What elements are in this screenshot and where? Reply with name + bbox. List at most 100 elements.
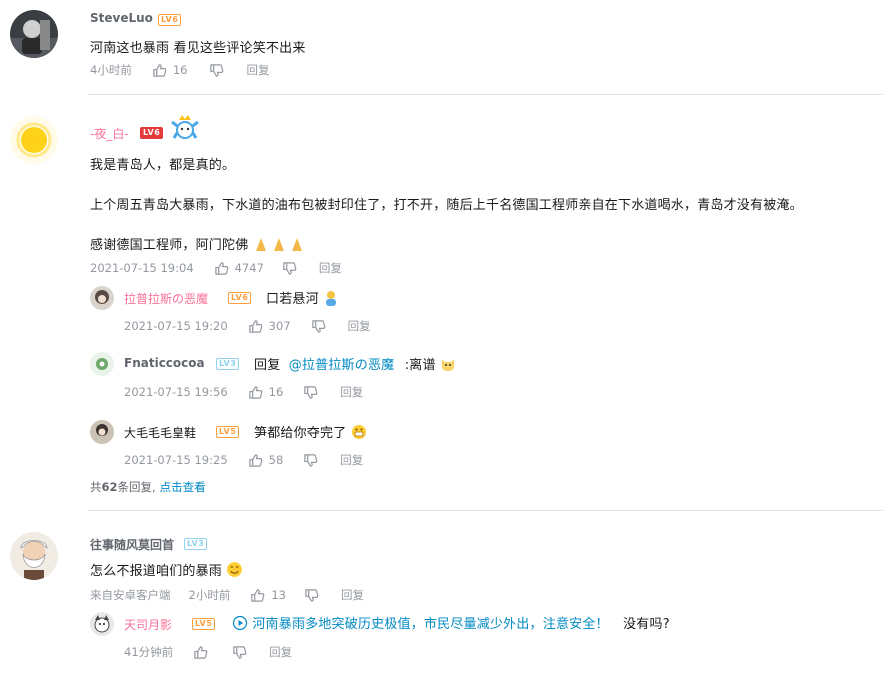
- thumbs-down-icon[interactable]: [311, 319, 326, 334]
- username[interactable]: -夜_白-: [90, 125, 129, 142]
- comment-text: 怎么不报道咱们的暴雨: [90, 560, 243, 582]
- like-count: 13: [271, 588, 286, 602]
- comment-text-line: 我是青岛人，都是真的。: [90, 158, 236, 173]
- reply-text: 口若悬河: [266, 288, 339, 310]
- avatar[interactable]: [90, 286, 114, 310]
- like-count: 58: [268, 453, 284, 467]
- username[interactable]: 天司月影: [124, 616, 172, 633]
- reply-meta: 2021-07-15 19:20 307 回复: [124, 318, 371, 334]
- reply-text-fragment: 笋都给你夺完了: [254, 426, 347, 441]
- cat-emoji-icon: [440, 356, 456, 376]
- mention-link[interactable]: @拉普拉斯の恶魔: [289, 358, 395, 373]
- comment-text-fragment: 感谢德国工程师，阿门陀佛: [90, 238, 249, 253]
- play-circle-icon: [232, 615, 248, 635]
- comment-meta: 2021-07-15 19:04 4747 回复: [90, 260, 342, 276]
- like-count: 307: [268, 319, 291, 333]
- dog-avatar-icon: [90, 612, 114, 636]
- reply-button[interactable]: 回复: [341, 587, 364, 603]
- reply-button[interactable]: 回复: [340, 452, 363, 468]
- like-count: 16: [172, 63, 188, 77]
- reply-button[interactable]: 回复: [340, 384, 363, 400]
- comment-item: -夜_白- LV6 我是青岛人，都是真的。 上个周五青岛大暴雨，下水道的油布包被…: [0, 96, 883, 510]
- client-source: 来自安卓客户端: [90, 588, 171, 602]
- view-more-link[interactable]: 点击查看: [160, 479, 206, 495]
- smile-emoji-icon: [226, 561, 243, 582]
- avatar[interactable]: [10, 116, 58, 164]
- person-emoji-icon: [323, 290, 339, 310]
- thumbs-up-icon[interactable]: [248, 319, 263, 334]
- avatar[interactable]: [90, 352, 114, 376]
- reply-item: 大毛毛毛皇鞋 LV5 笋都给你夺完了 2021-07-15 19:25 58 回…: [0, 418, 883, 478]
- total-replies-count: 62: [101, 480, 118, 494]
- thumbs-down-icon[interactable]: [303, 385, 318, 400]
- reply-button[interactable]: 回复: [348, 318, 371, 334]
- reply-button[interactable]: 回复: [319, 260, 342, 276]
- username[interactable]: 大毛毛毛皇鞋: [124, 424, 196, 441]
- pray-emoji-icon: [253, 236, 307, 256]
- reply-text: 河南暴雨多地突破历史极值，市民尽量减少外出，注意安全！ 没有吗?: [232, 613, 670, 635]
- username[interactable]: SteveLuo: [90, 11, 153, 25]
- character-avatar-icon: [90, 420, 114, 444]
- thumbs-down-icon[interactable]: [303, 453, 318, 468]
- comment-text: 河南这也暴雨 看见这些评论笑不出来: [90, 41, 306, 56]
- reply-text: 回复 @拉普拉斯の恶魔 :离谱: [254, 354, 456, 376]
- level-badge: LV5: [192, 618, 216, 630]
- comment-text-line: 感谢德国工程师，阿门陀佛: [90, 234, 307, 256]
- thumbs-up-icon[interactable]: [214, 261, 229, 276]
- thumbs-up-icon[interactable]: [248, 453, 263, 468]
- bearded-man-avatar-icon: [10, 532, 58, 580]
- thumbs-down-icon[interactable]: [304, 588, 319, 603]
- timestamp: 2021-07-15 19:20: [124, 319, 228, 333]
- reply-meta: 2021-07-15 19:25 58 回复: [124, 452, 363, 468]
- reply-item: 拉普拉斯の恶魔 LV6 口若悬河 2021-07-15 19:20 307 回复: [0, 282, 883, 342]
- comment-meta: 4小时前 16 回复: [90, 62, 269, 78]
- thumbs-up-icon[interactable]: [152, 63, 167, 78]
- thumbs-down-icon[interactable]: [282, 261, 297, 276]
- level-badge: LV6: [140, 127, 164, 139]
- thumbs-up-icon[interactable]: [250, 588, 265, 603]
- anime-avatar-icon: [90, 286, 114, 310]
- reply-meta: 2021-07-15 19:56 16 回复: [124, 384, 363, 400]
- reply-button[interactable]: 回复: [269, 644, 292, 660]
- avatar-photo-icon: [10, 10, 58, 58]
- level-badge: LV6: [228, 292, 252, 304]
- reply-text-fragment: :离谱: [404, 358, 436, 373]
- thumbs-down-icon[interactable]: [209, 63, 224, 78]
- avatar[interactable]: [10, 532, 58, 580]
- username[interactable]: 往事随风莫回首: [90, 536, 174, 553]
- comment-text-line: 上个周五青岛大暴雨，下水道的油布包被封印住了，打不开，随后上千名德国工程师亲自在…: [90, 198, 803, 213]
- comment-text-fragment: 怎么不报道咱们的暴雨: [90, 564, 223, 579]
- avatar[interactable]: [10, 10, 58, 58]
- like-count: 4747: [234, 261, 264, 275]
- username[interactable]: Fnaticcocoa: [124, 356, 205, 370]
- reply-meta: 41分钟前 回复: [124, 644, 292, 660]
- timestamp: 2021-07-15 19:56: [124, 385, 228, 399]
- total-replies: 共 62 条回复, 点击查看: [90, 479, 206, 495]
- like-count: 16: [268, 385, 284, 399]
- level-badge: LV5: [216, 426, 240, 438]
- level-badge: LV6: [158, 14, 182, 26]
- thumbs-up-icon[interactable]: [248, 385, 263, 400]
- reply-item: Fnaticcocoa LV3 回复 @拉普拉斯の恶魔 :离谱 2021-07-…: [0, 350, 883, 410]
- video-link[interactable]: 河南暴雨多地突破历史极值，市民尽量减少外出，注意安全！: [252, 617, 608, 632]
- reply-text-fragment: 没有吗?: [623, 617, 670, 632]
- grin-emoji-icon: [351, 424, 367, 444]
- reply-prefix: 回复: [254, 358, 281, 373]
- level-badge: LV3: [216, 358, 240, 370]
- avatar[interactable]: [90, 612, 114, 636]
- fan-badge-icon: [168, 112, 202, 146]
- username[interactable]: 拉普拉斯の恶魔: [124, 290, 208, 307]
- level-badge: LV3: [184, 538, 208, 550]
- avatar[interactable]: [90, 420, 114, 444]
- reply-text: 笋都给你夺完了: [254, 422, 367, 444]
- timestamp: 2小时前: [188, 588, 231, 602]
- total-replies-suffix: 条回复,: [117, 480, 156, 494]
- flower-avatar-icon: [90, 352, 114, 376]
- timestamp: 2021-07-15 19:04: [90, 261, 194, 275]
- comment-item: SteveLuo LV6 河南这也暴雨 看见这些评论笑不出来 4小时前 16 回…: [0, 0, 883, 96]
- reply-button[interactable]: 回复: [246, 62, 269, 78]
- thumbs-down-icon[interactable]: [232, 645, 247, 660]
- reply-item: 天司月影 LV5 河南暴雨多地突破历史极值，市民尽量减少外出，注意安全！ 没有吗…: [0, 610, 883, 672]
- comment-meta: 来自安卓客户端 2小时前 13 回复: [90, 587, 364, 603]
- thumbs-up-icon[interactable]: [193, 645, 208, 660]
